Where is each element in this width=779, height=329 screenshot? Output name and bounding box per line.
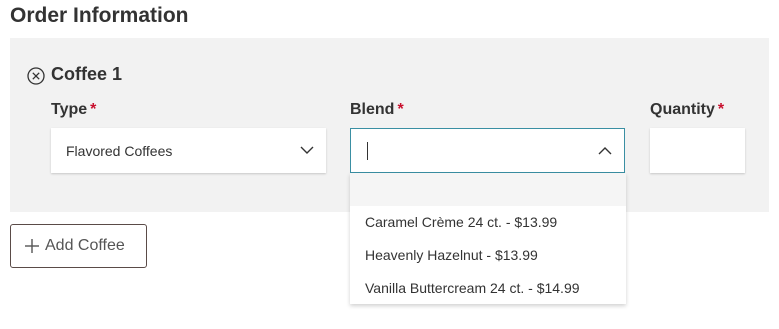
required-mark: * <box>717 101 725 118</box>
add-coffee-button[interactable]: Add Coffee <box>10 224 147 268</box>
quantity-label: Quantity * <box>650 101 725 118</box>
page-title: Order Information <box>10 4 189 27</box>
chevron-down-icon <box>300 146 314 154</box>
quantity-input[interactable] <box>650 128 745 173</box>
blend-option[interactable]: Caramel Crème 24 ct. - $13.99 <box>365 214 557 230</box>
add-coffee-label: Add Coffee <box>45 237 125 254</box>
type-select-value: Flavored Coffees <box>66 143 173 159</box>
coffee-item-title: Coffee 1 <box>51 64 123 84</box>
required-mark: * <box>90 101 97 118</box>
close-circle-icon[interactable] <box>27 67 45 85</box>
blend-option[interactable]: Heavenly Hazelnut - $13.99 <box>365 247 538 263</box>
blend-select[interactable] <box>350 128 625 173</box>
blend-dropdown: Caramel Crème 24 ct. - $13.99 Heavenly H… <box>350 173 626 304</box>
chevron-up-icon <box>598 147 612 155</box>
required-mark: * <box>397 101 404 118</box>
type-select[interactable]: Flavored Coffees <box>51 128 326 173</box>
blend-label: Blend * <box>350 101 404 118</box>
text-caret <box>367 142 368 160</box>
type-label: Type * <box>51 101 97 118</box>
plus-icon <box>25 239 39 253</box>
blend-option[interactable]: Vanilla Buttercream 24 ct. - $14.99 <box>365 280 580 296</box>
blend-option-empty[interactable] <box>350 173 626 206</box>
